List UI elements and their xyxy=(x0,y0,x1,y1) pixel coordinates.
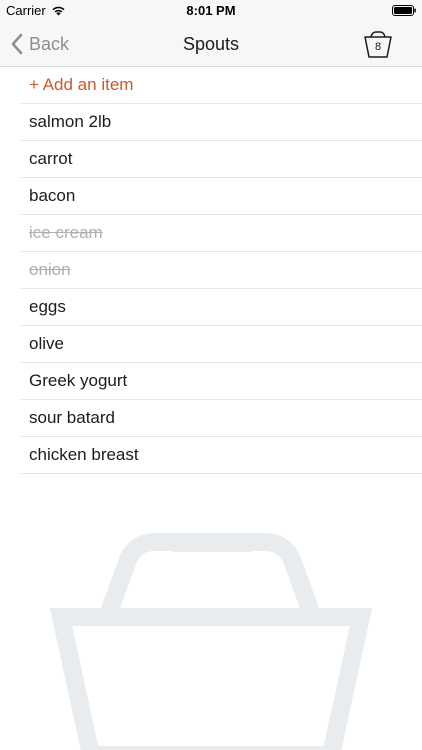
basket-count-badge: 8 xyxy=(374,41,382,53)
basket-button[interactable]: 8 xyxy=(362,28,394,60)
basket-watermark-icon xyxy=(49,533,373,750)
list-item[interactable]: chicken breast xyxy=(21,437,422,474)
battery-icon xyxy=(392,5,416,16)
back-label: Back xyxy=(29,33,70,54)
navigation-bar: Spouts Back 8 xyxy=(0,22,422,67)
add-item-button[interactable]: + Add an item xyxy=(21,67,422,104)
shopping-list: + Add an item salmon 2lb carrot bacon ic… xyxy=(0,67,422,474)
list-item[interactable]: olive xyxy=(21,326,422,363)
list-item[interactable]: salmon 2lb xyxy=(21,104,422,141)
list-item-checked[interactable]: ice cream xyxy=(21,215,422,252)
list-item[interactable]: sour batard xyxy=(21,400,422,437)
list-item-checked[interactable]: onion xyxy=(21,252,422,289)
status-bar: Carrier 8:01 PM xyxy=(0,0,422,22)
list-item[interactable]: eggs xyxy=(21,289,422,326)
back-button[interactable]: Back xyxy=(10,22,69,66)
chevron-left-icon xyxy=(11,33,23,55)
list-item[interactable]: bacon xyxy=(21,178,422,215)
list-item[interactable]: carrot xyxy=(21,141,422,178)
list-item[interactable]: Greek yogurt xyxy=(21,363,422,400)
status-time: 8:01 PM xyxy=(186,3,236,18)
